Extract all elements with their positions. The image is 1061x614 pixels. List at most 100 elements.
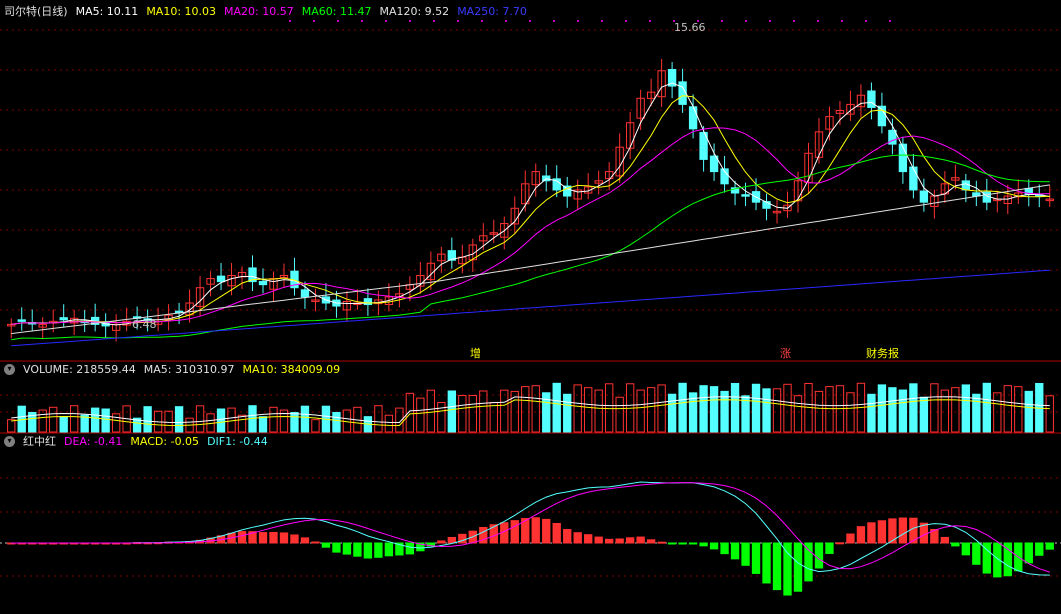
volume-bar xyxy=(311,419,320,433)
volume-bar xyxy=(447,390,456,433)
volume-bar xyxy=(741,395,750,433)
macd-bar xyxy=(1045,542,1054,550)
stock-chart-canvas[interactable] xyxy=(0,0,1061,614)
volume-bar xyxy=(426,389,436,433)
ma120-line xyxy=(11,184,1050,335)
candle-body xyxy=(678,81,687,105)
ma250-line xyxy=(11,269,1050,347)
macd-bar xyxy=(720,542,729,555)
macd-bar xyxy=(531,517,540,544)
macd-legend: ▾ 红中红 DEA: -0.41 MACD: -0.05 DIF1: -0.44 xyxy=(4,433,268,449)
macd-bar xyxy=(510,520,519,544)
ma60-line xyxy=(11,154,1050,341)
macd-bar xyxy=(1035,542,1044,556)
event-mark-caiwu[interactable]: 财务报 xyxy=(866,345,899,361)
volume-bar xyxy=(374,405,383,433)
volume-bar xyxy=(216,408,226,433)
volume-bar xyxy=(38,409,47,433)
signal-dot xyxy=(337,20,339,22)
signal-dot xyxy=(361,20,363,22)
signal-dot xyxy=(745,20,747,22)
macd-bar xyxy=(437,540,446,544)
macd-bar xyxy=(730,542,740,560)
macd-bar xyxy=(258,532,268,544)
signal-dot xyxy=(601,20,603,22)
macd-bar xyxy=(762,542,771,584)
stock-title[interactable]: 司尔特(日线) xyxy=(4,3,68,19)
signal-dot xyxy=(865,20,867,22)
signal-dot xyxy=(313,20,315,22)
volume-bar xyxy=(762,388,771,433)
macd-bar xyxy=(751,542,761,574)
macd-bar xyxy=(846,533,855,544)
volume-bar xyxy=(1003,385,1012,433)
macd-bar xyxy=(384,542,394,557)
signal-dot xyxy=(889,20,891,22)
volume-bar xyxy=(70,405,79,433)
volume-bar xyxy=(825,386,834,433)
volume-bar xyxy=(174,406,184,433)
volume-bar xyxy=(667,393,677,433)
macd-bar xyxy=(300,537,310,544)
volume-bar xyxy=(59,416,68,433)
event-mark-zhang[interactable]: 涨 xyxy=(780,345,791,361)
volume-bar xyxy=(332,411,341,433)
volume-bar xyxy=(615,396,624,433)
macd-bar xyxy=(898,517,908,544)
macd-bar xyxy=(709,542,719,550)
volume-legend: ▾ VOLUME: 218559.44 MA5: 310310.97 MA10:… xyxy=(4,361,340,377)
volume-bar xyxy=(258,416,268,433)
volume-ma10: MA10: 384009.09 xyxy=(242,362,341,376)
signal-dot xyxy=(625,20,627,22)
volume-bar xyxy=(573,384,582,433)
volume-bar xyxy=(164,410,173,433)
macd-bar xyxy=(279,532,289,544)
collapse-icon[interactable]: ▾ xyxy=(4,363,15,375)
volume-bar xyxy=(416,397,425,433)
indicator-name[interactable]: 红中红 xyxy=(23,433,56,449)
low-price-label: 6.48 xyxy=(132,318,157,331)
signal-dot xyxy=(769,20,771,22)
volume-bar xyxy=(951,387,960,433)
volume-bar xyxy=(646,387,656,433)
volume-bar xyxy=(49,406,58,433)
macd-bar xyxy=(783,542,792,596)
candle-body xyxy=(741,194,750,197)
signal-dot xyxy=(817,20,819,22)
macd-bar xyxy=(332,542,341,553)
signal-dot xyxy=(841,20,843,22)
volume-bar xyxy=(7,419,16,433)
dea-value: DEA: -0.41 xyxy=(64,434,123,448)
volume-bar xyxy=(699,385,708,433)
event-mark-zeng[interactable]: 增 xyxy=(470,345,481,361)
macd-bar xyxy=(825,542,834,554)
volume-bar xyxy=(521,386,530,433)
macd-bar xyxy=(636,536,645,544)
volume-bar xyxy=(972,393,981,433)
signal-dot xyxy=(529,20,531,22)
signal-dot xyxy=(577,20,579,22)
macd-bar xyxy=(678,542,687,545)
macd-bar xyxy=(311,541,320,544)
ma5-line xyxy=(11,82,1050,326)
collapse-icon[interactable]: ▾ xyxy=(4,435,15,447)
macd-bar xyxy=(688,542,698,545)
ma250-label: MA250: 7.70 xyxy=(457,4,527,18)
volume-bar xyxy=(919,396,929,433)
volume-bar xyxy=(300,405,310,433)
macd-bar xyxy=(699,542,708,547)
macd-bar xyxy=(447,536,456,544)
macd-bar xyxy=(657,541,666,544)
volume-bar xyxy=(678,382,687,433)
macd-bar xyxy=(563,529,572,544)
volume-bar xyxy=(605,383,614,433)
volume-bar xyxy=(751,383,761,433)
macd-bar xyxy=(856,526,866,544)
macd-bar xyxy=(237,531,247,544)
volume-bar xyxy=(458,395,467,433)
candle-body xyxy=(867,90,876,108)
volume-bar xyxy=(489,401,498,433)
volume-bar xyxy=(384,414,394,433)
candle-body xyxy=(961,180,971,191)
macd-bar xyxy=(814,542,824,569)
